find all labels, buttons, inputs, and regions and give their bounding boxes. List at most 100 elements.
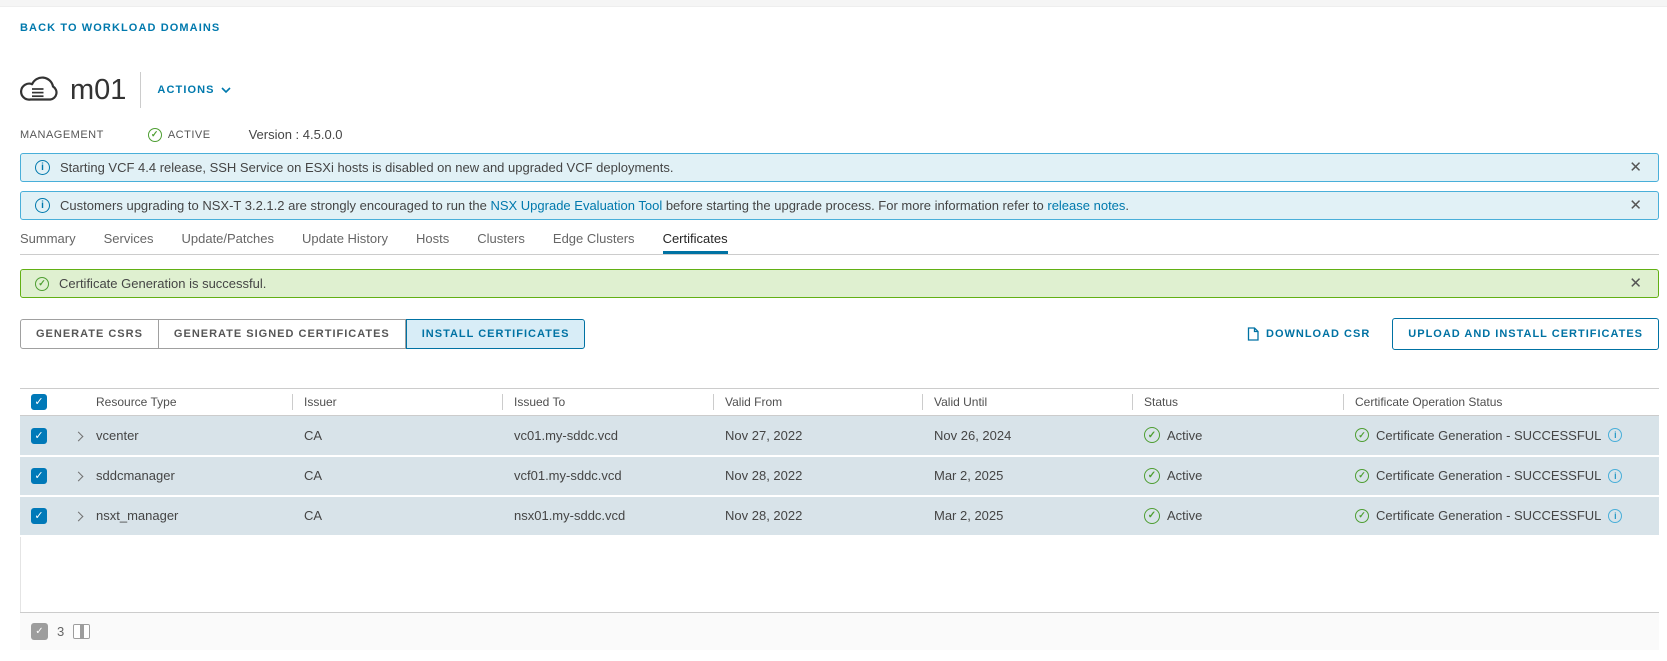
issuer-cell: CA: [304, 427, 323, 443]
status-label: Active: [1167, 427, 1203, 443]
issued-to-cell: nsx01.my-sddc.vcd: [514, 508, 626, 523]
column-header-resource-type: Resource Type: [90, 388, 292, 416]
operation-success-check-icon: ✓: [1355, 468, 1369, 483]
nsx-notice-text: Customers upgrading to NSX-T 3.2.1.2 are…: [60, 198, 1129, 213]
status-cell: ✓ Active: [1132, 456, 1343, 496]
close-icon[interactable]: ✕: [1627, 276, 1644, 291]
row-checkbox[interactable]: ✓: [31, 508, 47, 524]
selected-count-icon: ✓: [31, 622, 48, 640]
nsx-upgrade-tool-link[interactable]: NSX Upgrade Evaluation Tool: [490, 198, 662, 213]
tab-clusters[interactable]: Clusters: [477, 224, 525, 254]
select-all-checkbox[interactable]: ✓: [31, 394, 47, 410]
operation-success-check-icon: ✓: [1355, 508, 1369, 523]
certificate-action-group: GENERATE CSRS GENERATE SIGNED CERTIFICAT…: [20, 319, 586, 349]
domain-status-label: ACTIVE: [167, 128, 211, 141]
table-row: ✓ sddcmanager CA vcf01.my-sddc.vcd Nov 2…: [20, 455, 1659, 496]
valid-until-cell: Nov 26, 2024: [934, 427, 1012, 443]
header-divider: [140, 72, 142, 108]
operation-status-label: Certificate Generation - SUCCESSFUL: [1376, 427, 1602, 443]
tab-update-history[interactable]: Update History: [302, 224, 388, 254]
resource-type-cell: vcenter: [96, 427, 139, 443]
status-cell: ✓ Active: [1132, 496, 1343, 536]
status-cell: ✓ Active: [1132, 416, 1343, 456]
toolbar-right-group: DOWNLOAD CSR UPLOAD AND INSTALL CERTIFIC…: [1241, 318, 1659, 350]
generate-signed-certificates-button[interactable]: GENERATE SIGNED CERTIFICATES: [158, 319, 406, 349]
tab-services[interactable]: Services: [104, 224, 154, 254]
release-notes-link[interactable]: release notes: [1047, 198, 1125, 213]
status-active-check-icon: ✓: [1144, 467, 1160, 484]
info-circle-icon: i: [35, 198, 50, 213]
actions-menu-button[interactable]: ACTIONS: [157, 84, 231, 96]
success-check-icon: ✓: [35, 276, 49, 291]
valid-until-cell: Mar 2, 2025: [934, 468, 1004, 483]
window-top-strip: [0, 0, 1667, 7]
certificates-toolbar: GENERATE CSRS GENERATE SIGNED CERTIFICAT…: [20, 318, 1659, 350]
download-csr-label: DOWNLOAD CSR: [1266, 328, 1371, 340]
tab-summary[interactable]: Summary: [20, 224, 76, 254]
valid-until-cell: Mar 2, 2025: [934, 508, 1004, 523]
generate-csrs-button[interactable]: GENERATE CSRS: [20, 319, 159, 349]
status-check-icon: ✓: [147, 127, 162, 142]
close-icon[interactable]: ✕: [1627, 160, 1644, 175]
selected-count: 3: [57, 623, 65, 639]
tab-update-patches[interactable]: Update/Patches: [181, 224, 274, 254]
certificates-table: ✓ Resource Type Issuer Issued To Valid F…: [20, 388, 1659, 537]
issued-to-cell: vc01.my-sddc.vcd: [514, 427, 619, 443]
domain-version-label: Version : 4.5.0.0: [248, 127, 343, 142]
column-header-status: Status: [1132, 388, 1343, 416]
operation-success-check-icon: ✓: [1355, 428, 1369, 443]
back-to-workload-domains-link[interactable]: BACK TO WORKLOAD DOMAINS: [20, 22, 220, 34]
tab-edge-clusters[interactable]: Edge Clusters: [553, 224, 635, 254]
download-csr-button[interactable]: DOWNLOAD CSR: [1241, 326, 1376, 342]
operation-status-label: Certificate Generation - SUCCESSFUL: [1376, 468, 1602, 483]
tab-hosts[interactable]: Hosts: [416, 224, 449, 254]
install-certificates-button[interactable]: INSTALL CERTIFICATES: [405, 319, 586, 349]
nsx-notice-banner: i Customers upgrading to NSX-T 3.2.1.2 a…: [20, 191, 1659, 220]
status-active-check-icon: ✓: [1144, 427, 1160, 444]
issuer-cell: CA: [304, 508, 323, 523]
upload-and-install-certificates-button[interactable]: UPLOAD AND INSTALL CERTIFICATES: [1392, 318, 1659, 350]
status-active-check-icon: ✓: [1144, 507, 1160, 524]
success-banner: ✓ Certificate Generation is successful. …: [20, 269, 1659, 298]
resource-type-cell: sddcmanager: [96, 468, 175, 483]
valid-from-cell: Nov 28, 2022: [725, 508, 803, 523]
page-title: m01: [70, 73, 127, 106]
column-header-certificate-operation-status: Certificate Operation Status: [1343, 388, 1659, 416]
column-header-issued-to: Issued To: [502, 388, 713, 416]
column-header-issuer: Issuer: [292, 388, 502, 416]
issued-to-cell: vcf01.my-sddc.vcd: [514, 468, 622, 483]
success-banner-text: Certificate Generation is successful.: [59, 276, 267, 291]
info-circle-icon: i: [35, 160, 50, 175]
operation-info-icon[interactable]: i: [1608, 428, 1623, 443]
row-expand-chevron-icon[interactable]: [73, 511, 84, 522]
operation-status-cell: ✓ Certificate Generation - SUCCESSFUL i: [1343, 496, 1659, 536]
domain-meta-row: MANAGEMENT ✓ ACTIVE Version : 4.5.0.0: [20, 127, 1659, 142]
status-label: Active: [1167, 468, 1203, 483]
nsx-notice-text-after: .: [1125, 198, 1130, 213]
column-header-valid-from: Valid From: [713, 388, 922, 416]
row-checkbox[interactable]: ✓: [31, 468, 47, 484]
operation-info-icon[interactable]: i: [1608, 468, 1623, 483]
ssh-notice-text: Starting VCF 4.4 release, SSH Service on…: [60, 160, 674, 175]
row-checkbox[interactable]: ✓: [31, 427, 47, 444]
table-row: ✓ vcenter CA vc01.my-sddc.vcd Nov 27, 20…: [20, 415, 1659, 456]
operation-status-cell: ✓ Certificate Generation - SUCCESSFUL i: [1343, 456, 1659, 496]
table-footer: ✓ 3: [20, 611, 1659, 650]
file-icon: [1247, 327, 1259, 341]
expander-column-header: [55, 388, 90, 416]
close-icon[interactable]: ✕: [1627, 198, 1644, 213]
management-domain-cloud-icon: [20, 72, 60, 108]
status-label: Active: [1167, 508, 1203, 523]
table-empty-area: [20, 536, 1659, 612]
resource-type-cell: nsxt_manager: [96, 508, 179, 523]
table-header-row: ✓ Resource Type Issuer Issued To Valid F…: [20, 388, 1659, 416]
domain-header: m01 ACTIONS: [20, 68, 1659, 112]
issuer-cell: CA: [304, 468, 323, 483]
operation-status-label: Certificate Generation - SUCCESSFUL: [1376, 508, 1602, 523]
operation-info-icon[interactable]: i: [1608, 508, 1623, 523]
columns-icon[interactable]: [73, 623, 91, 639]
row-expand-chevron-icon[interactable]: [73, 471, 84, 482]
row-expand-chevron-icon[interactable]: [73, 431, 84, 442]
tab-certificates[interactable]: Certificates: [662, 224, 728, 254]
actions-label: ACTIONS: [157, 84, 215, 96]
